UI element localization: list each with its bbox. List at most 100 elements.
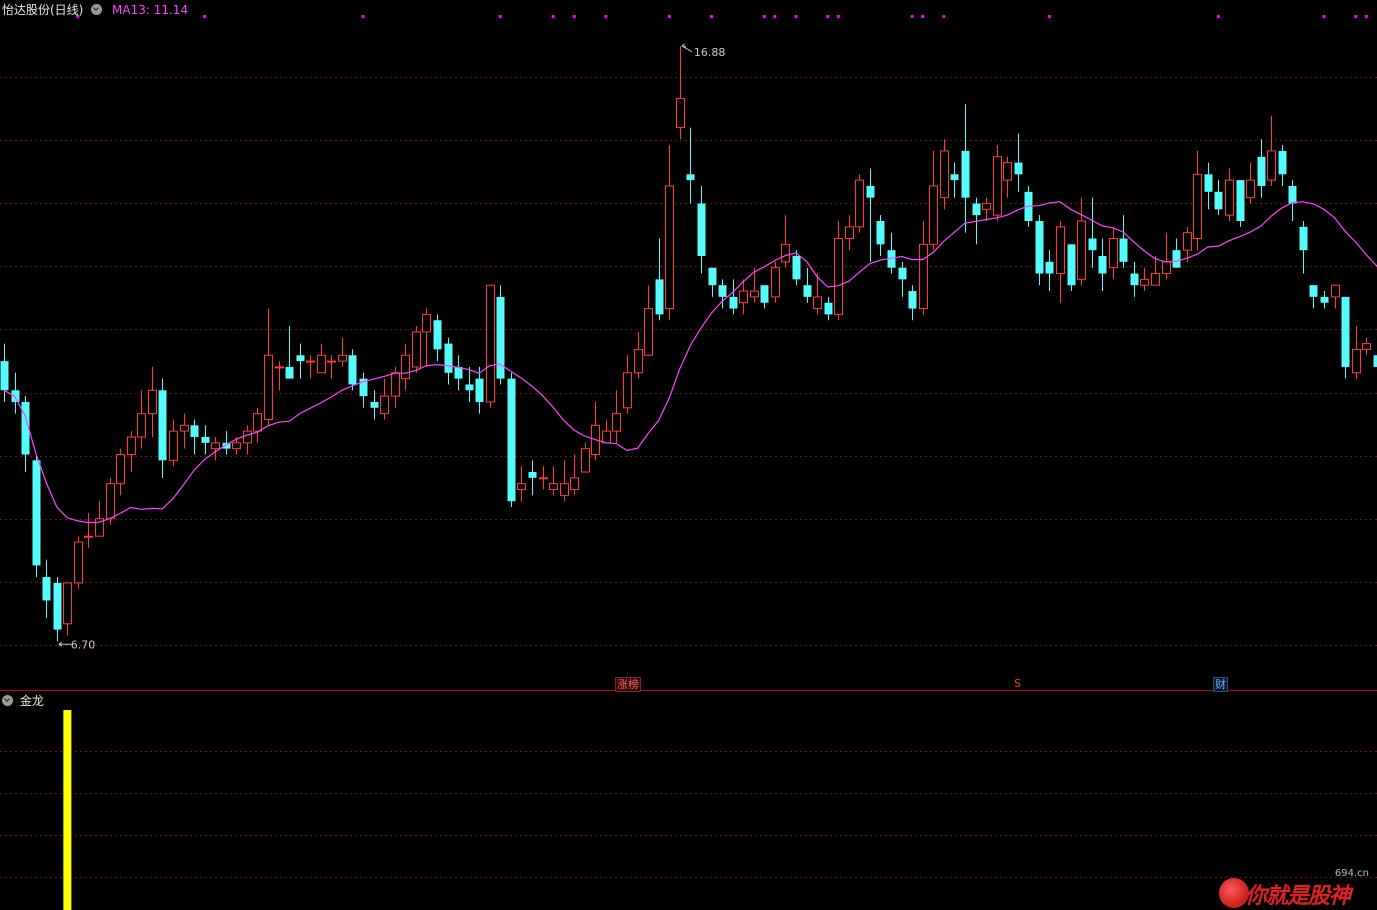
candle — [940, 139, 949, 210]
candle-body — [338, 354, 347, 362]
candle-body — [327, 360, 336, 363]
candle — [359, 372, 368, 408]
candle — [845, 215, 854, 251]
candlestick-series[interactable] — [0, 45, 1377, 642]
candle-body — [116, 453, 125, 485]
top-marker — [1354, 15, 1358, 18]
candle — [327, 355, 336, 379]
limit-up-tag[interactable]: 涨榜 — [615, 677, 641, 692]
candle-body — [211, 442, 220, 450]
top-marker — [826, 15, 830, 18]
candle-body — [750, 290, 759, 298]
candle-body — [972, 203, 981, 216]
candle — [1109, 226, 1118, 280]
candle-body — [612, 413, 621, 432]
candle — [1204, 162, 1213, 210]
candle-body — [739, 290, 748, 304]
candle — [1299, 220, 1308, 274]
candle — [63, 582, 72, 636]
candle — [486, 284, 495, 408]
candle-body — [1246, 179, 1255, 199]
candle — [1130, 261, 1139, 297]
candle-body — [465, 384, 474, 391]
ma-indicator-label[interactable]: MA13: 11.14 — [112, 3, 188, 17]
candle-body — [781, 243, 790, 263]
top-marker — [921, 15, 925, 18]
candle — [475, 366, 484, 414]
subpanel-collapse-icon[interactable] — [2, 695, 13, 706]
top-marker — [604, 15, 608, 18]
candle — [253, 407, 262, 443]
candle — [296, 343, 305, 379]
candle — [950, 162, 959, 198]
candle-body — [296, 355, 305, 362]
candle — [623, 355, 632, 414]
candle-body — [1183, 232, 1192, 251]
candle — [1067, 244, 1076, 292]
candle-body — [1151, 273, 1160, 286]
candle-body — [264, 354, 273, 420]
candle — [11, 372, 20, 414]
candle — [824, 296, 833, 321]
candle — [422, 308, 431, 367]
candle-body — [1320, 296, 1329, 303]
candle — [84, 512, 93, 548]
candle — [729, 279, 738, 315]
candle-body — [201, 436, 210, 443]
stock-chart[interactable]: 16.88 6.70 — [0, 0, 1377, 910]
candle-body — [1288, 185, 1297, 204]
stock-title[interactable]: 怡达股份(日线) — [2, 3, 83, 17]
candle — [285, 326, 294, 379]
candle — [570, 454, 579, 496]
candle-body — [560, 483, 569, 496]
candle — [919, 220, 928, 315]
candle — [264, 308, 273, 426]
candle-body — [1098, 256, 1107, 274]
candle-body — [1362, 343, 1371, 350]
candle-body — [517, 483, 526, 491]
candle — [591, 401, 600, 461]
top-marker — [773, 15, 777, 18]
candle — [454, 355, 463, 391]
candle-body — [771, 267, 780, 298]
candle-body — [106, 483, 115, 520]
finance-tag[interactable]: 财 — [1213, 677, 1228, 692]
candle-body — [180, 424, 189, 432]
candle — [338, 337, 347, 367]
candle — [465, 366, 474, 402]
top-marker — [551, 15, 555, 18]
candle-body — [876, 220, 885, 245]
candle-body — [53, 582, 62, 630]
candle — [1172, 238, 1181, 268]
s-tag[interactable]: S — [1013, 677, 1022, 690]
candle — [655, 238, 664, 321]
candle-body — [391, 372, 400, 397]
candle-body — [1067, 244, 1076, 286]
candle — [982, 197, 991, 221]
candle-body — [1140, 278, 1149, 286]
candle-body — [63, 582, 72, 625]
candle — [380, 378, 389, 420]
candle-body — [792, 256, 801, 280]
candle — [644, 285, 653, 356]
candle-body — [813, 296, 822, 310]
candle — [148, 366, 157, 437]
candle — [1151, 256, 1160, 286]
candle-body — [127, 436, 136, 455]
top-marker — [794, 15, 798, 18]
top-markers — [76, 15, 1368, 18]
candle-body — [908, 291, 917, 309]
candle — [1045, 250, 1054, 292]
candle-body — [158, 390, 167, 461]
candle-body — [380, 395, 389, 415]
candle-body — [623, 372, 632, 409]
collapse-icon[interactable] — [91, 4, 103, 15]
subpanel-title[interactable]: 金龙 — [20, 694, 44, 708]
candle — [169, 419, 178, 467]
candle — [95, 501, 104, 537]
candle-body — [919, 243, 928, 310]
candle-body — [824, 302, 833, 315]
candle-body — [1267, 150, 1276, 181]
candle-body — [581, 448, 590, 473]
candle-body — [243, 430, 252, 444]
